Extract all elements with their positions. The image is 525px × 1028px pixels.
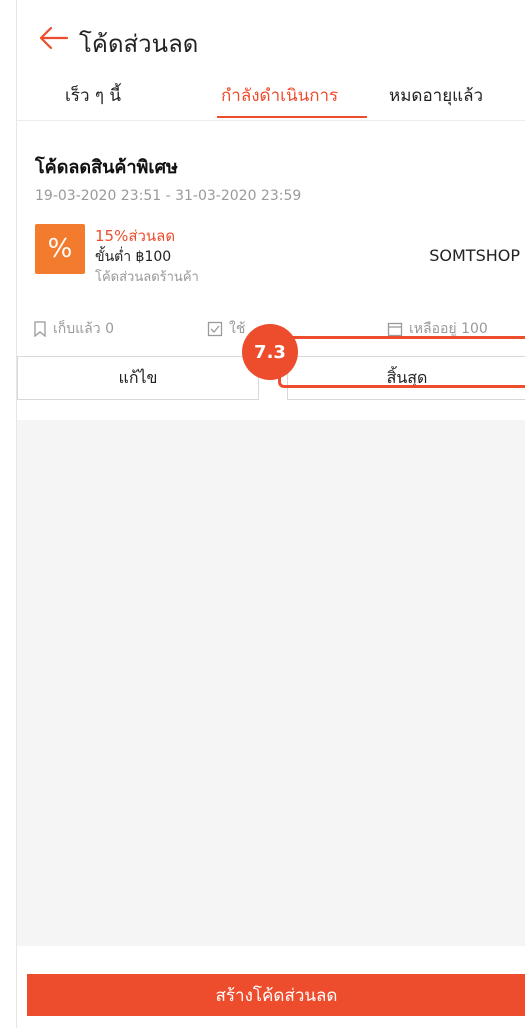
- step-badge: 7.3: [242, 324, 298, 380]
- stat-collected: เก็บแล้ว 0: [33, 318, 114, 340]
- voucher-discount: 15%ส่วนลด: [95, 227, 176, 245]
- calendar-icon: [387, 322, 403, 337]
- create-voucher-button[interactable]: สร้างโค้ดส่วนลด: [27, 974, 525, 1016]
- empty-area: [17, 420, 525, 946]
- app-frame: โค้ดส่วนลด เร็ว ๆ นี้ กำลังดำเนินการ หมด…: [16, 0, 525, 1028]
- stat-used-label: ใช้: [229, 321, 246, 337]
- arrow-left-icon[interactable]: [37, 24, 69, 52]
- voucher-minimum: ขั้นต่ำ ฿100: [95, 249, 172, 265]
- page-title: โค้ดส่วนลด: [79, 30, 199, 58]
- bookmark-icon: [34, 321, 46, 337]
- percent-icon: %: [35, 224, 85, 274]
- highlight-frame: [278, 336, 525, 388]
- tab-expired[interactable]: หมดอายุแล้ว: [389, 82, 483, 109]
- voucher-type: โค้ดส่วนลดร้านค้า: [95, 270, 199, 285]
- tab-upcoming[interactable]: เร็ว ๆ นี้: [65, 82, 121, 109]
- active-tab-indicator: [217, 116, 367, 118]
- stat-collected-label: เก็บแล้ว 0: [53, 321, 114, 337]
- edit-button[interactable]: แก้ไข: [17, 356, 259, 400]
- voucher-period: 19-03-2020 23:51 - 31-03-2020 23:59: [35, 188, 302, 204]
- tab-bar: เร็ว ๆ นี้ กำลังดำเนินการ หมดอายุแล้ว: [17, 82, 525, 118]
- app-header: โค้ดส่วนลด เร็ว ๆ นี้ กำลังดำเนินการ หมด…: [17, 0, 525, 121]
- shop-name: SOMTSHOP: [429, 246, 520, 265]
- checkbox-icon: [207, 321, 223, 337]
- voucher-title: โค้ดลดสินค้าพิเศษ: [35, 157, 178, 178]
- stat-used: ใช้: [207, 318, 245, 340]
- tab-ongoing[interactable]: กำลังดำเนินการ: [221, 82, 338, 109]
